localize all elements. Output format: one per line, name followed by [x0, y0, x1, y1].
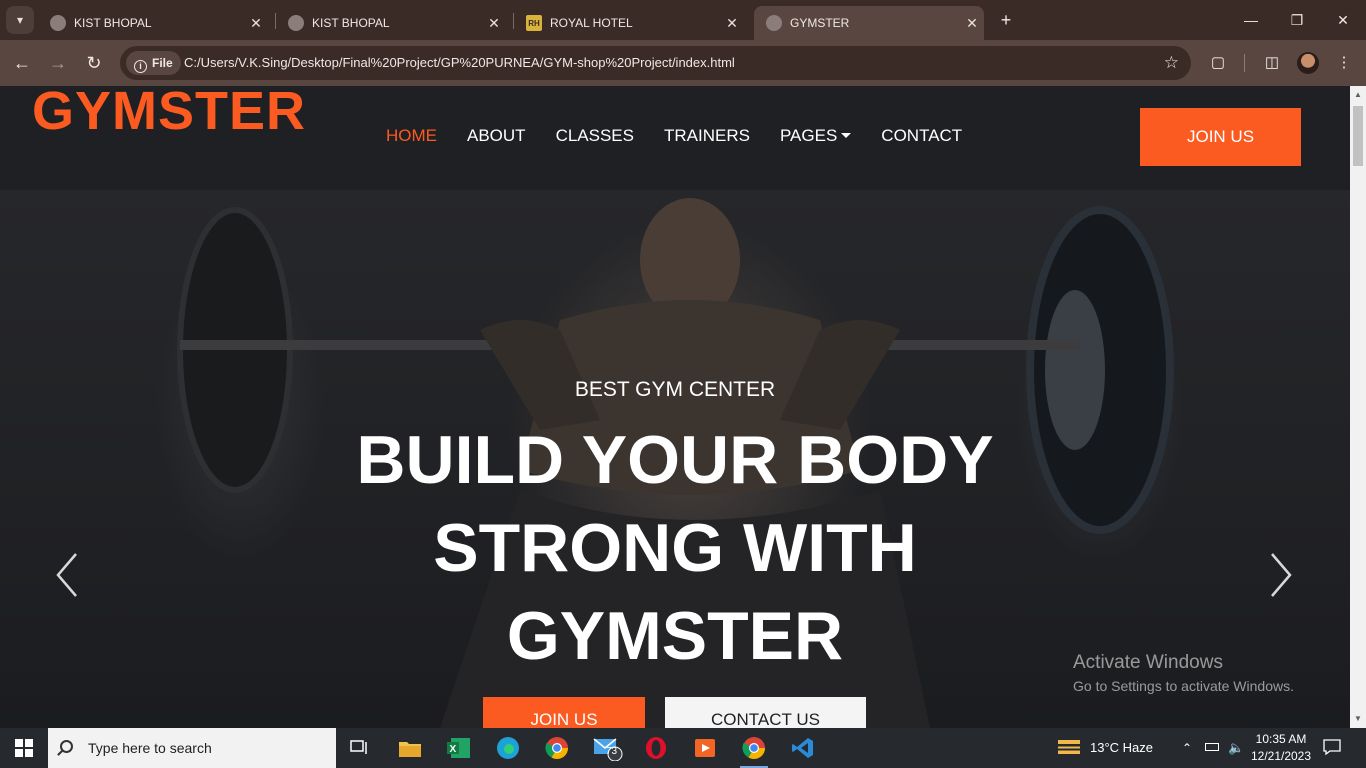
nav-contact[interactable]: CONTACT [881, 126, 962, 146]
edge-browser-icon[interactable] [492, 732, 524, 764]
close-icon[interactable]: ✕ [244, 15, 268, 32]
browser-toolbar: ← → ↻ i File C:/Users/V.K.Sing/Desktop/Fi… [0, 40, 1366, 86]
haze-weather-icon [1058, 740, 1080, 754]
close-icon[interactable]: ✕ [720, 15, 744, 32]
scrollbar-thumb[interactable] [1353, 106, 1363, 166]
clock-time: 10:35 AM [1255, 732, 1307, 746]
mail-icon[interactable]: 73 [592, 732, 624, 764]
windows-taskbar: Type here to search X 73 13°C Haze ⌃ 🔈 1… [0, 728, 1366, 768]
activate-windows-watermark: Activate Windows Go to Settings to activ… [1073, 652, 1294, 694]
site-logo[interactable]: GYMSTER [32, 86, 306, 142]
globe-icon [766, 15, 782, 31]
hero-title-line: BUILD YOUR BODY [356, 422, 994, 498]
profile-avatar[interactable] [1297, 52, 1319, 74]
file-explorer-icon[interactable] [394, 732, 426, 764]
notifications-icon[interactable] [1323, 728, 1341, 768]
close-icon[interactable]: ✕ [482, 15, 506, 32]
nav-classes[interactable]: CLASSES [556, 126, 634, 146]
more-menu-icon[interactable]: ⋮ [1332, 51, 1356, 75]
caret-down-icon [841, 133, 852, 138]
hero-subtitle: BEST GYM CENTER [574, 378, 776, 401]
reload-icon[interactable]: ↻ [82, 51, 106, 75]
tab-title: KIST BHOPAL [312, 16, 390, 30]
extensions-icon[interactable]: ▢ [1206, 51, 1230, 75]
watermark-title: Activate Windows [1073, 652, 1223, 673]
scroll-up-icon[interactable]: ▲ [1354, 90, 1362, 99]
page-scrollbar[interactable]: ▲ ▼ [1350, 86, 1366, 728]
clock-date: 12/21/2023 [1250, 749, 1312, 763]
svg-text:X: X [450, 744, 457, 755]
main-nav: HOME ABOUT CLASSES TRAINERS PAGES CONTAC… [386, 126, 992, 146]
windows-start-button[interactable] [0, 728, 48, 768]
nav-pages-dropdown[interactable]: PAGES [779, 126, 852, 146]
site-header: GYMSTER HOME ABOUT CLASSES TRAINERS PAGE… [0, 86, 1350, 190]
battery-icon[interactable] [1205, 728, 1219, 768]
close-window-icon[interactable]: ✕ [1320, 8, 1366, 32]
mail-badge-count: 73 [606, 746, 618, 757]
forward-arrow-icon[interactable]: → [46, 51, 70, 75]
hero-join-button[interactable]: JOIN US [483, 697, 645, 728]
hero-carousel: BEST GYM CENTER BUILD YOUR BODY STRONG W… [0, 190, 1350, 728]
tab-title: ROYAL HOTEL [550, 16, 633, 30]
system-clock[interactable]: 10:35 AM 12/21/2023 [1250, 731, 1312, 765]
globe-icon [50, 15, 66, 31]
page-viewport: GYMSTER HOME ABOUT CLASSES TRAINERS PAGE… [0, 86, 1350, 728]
weather-widget[interactable]: 13°C Haze [1058, 728, 1153, 768]
restore-icon[interactable]: ❐ [1274, 8, 1320, 32]
tab-title: GYMSTER [790, 16, 850, 30]
volume-icon[interactable]: 🔈 [1228, 728, 1244, 768]
close-icon[interactable]: ✕ [960, 15, 984, 32]
watermark-subtitle: Go to Settings to activate Windows. [1073, 678, 1294, 694]
url-text[interactable]: C:/Users/V.K.Sing/Desktop/Final%20Projec… [184, 55, 735, 70]
search-icon [60, 740, 73, 753]
hero-title-line: GYMSTER [506, 598, 844, 674]
address-bar[interactable]: i File C:/Users/V.K.Sing/Desktop/Final%20… [120, 46, 1191, 80]
excel-icon[interactable]: X [443, 732, 475, 764]
browser-tab[interactable]: RH ROYAL HOTEL ✕ [514, 6, 744, 40]
hotel-logo-icon: RH [526, 15, 542, 31]
info-icon: i [134, 60, 147, 73]
vscode-icon[interactable] [787, 732, 819, 764]
tab-search-button[interactable]: ▾ [6, 6, 34, 34]
search-placeholder: Type here to search [88, 740, 212, 756]
join-us-button[interactable]: JOIN US [1140, 108, 1301, 166]
nav-pages-label: PAGES [779, 126, 838, 145]
bookmark-star-icon[interactable]: ☆ [1164, 53, 1179, 73]
carousel-next-icon[interactable] [1266, 550, 1296, 600]
nav-home[interactable]: HOME [386, 126, 437, 146]
back-arrow-icon[interactable]: ← [10, 51, 34, 75]
taskbar-search-input[interactable]: Type here to search [48, 728, 336, 768]
hero-title: BUILD YOUR BODY STRONG WITH GYMSTER [300, 416, 1050, 680]
browser-tab-active[interactable]: GYMSTER ✕ [754, 6, 984, 40]
globe-icon [288, 15, 304, 31]
task-view-icon[interactable] [344, 732, 376, 764]
chrome-active-icon[interactable] [738, 732, 770, 768]
side-panel-icon[interactable]: ◫ [1260, 51, 1284, 75]
tab-title: KIST BHOPAL [74, 16, 152, 30]
new-tab-icon[interactable]: + [994, 8, 1018, 32]
chrome-icon[interactable] [541, 732, 573, 764]
browser-tab[interactable]: KIST BHOPAL ✕ [276, 6, 506, 40]
opera-icon[interactable] [640, 732, 672, 764]
hero-contact-button[interactable]: CONTACT US [665, 697, 866, 728]
toolbar-divider [1244, 54, 1245, 72]
media-player-icon[interactable] [689, 732, 721, 764]
weather-text: 13°C Haze [1090, 740, 1154, 755]
scroll-down-icon[interactable]: ▼ [1354, 714, 1362, 723]
windows-logo-icon [15, 739, 33, 757]
minimize-icon[interactable]: — [1228, 8, 1274, 32]
browser-tab-strip: ▾ KIST BHOPAL ✕ KIST BHOPAL ✕ RH ROYAL H… [0, 0, 1366, 40]
site-info-chip[interactable]: i File [126, 51, 181, 75]
nav-trainers[interactable]: TRAINERS [664, 126, 750, 146]
show-hidden-icons-chevron-icon[interactable]: ⌃ [1182, 728, 1192, 768]
browser-tab[interactable]: KIST BHOPAL ✕ [38, 6, 268, 40]
carousel-prev-icon[interactable] [52, 550, 82, 600]
nav-about[interactable]: ABOUT [467, 126, 526, 146]
file-chip-label: File [152, 56, 173, 70]
hero-title-line: STRONG WITH [433, 510, 917, 586]
